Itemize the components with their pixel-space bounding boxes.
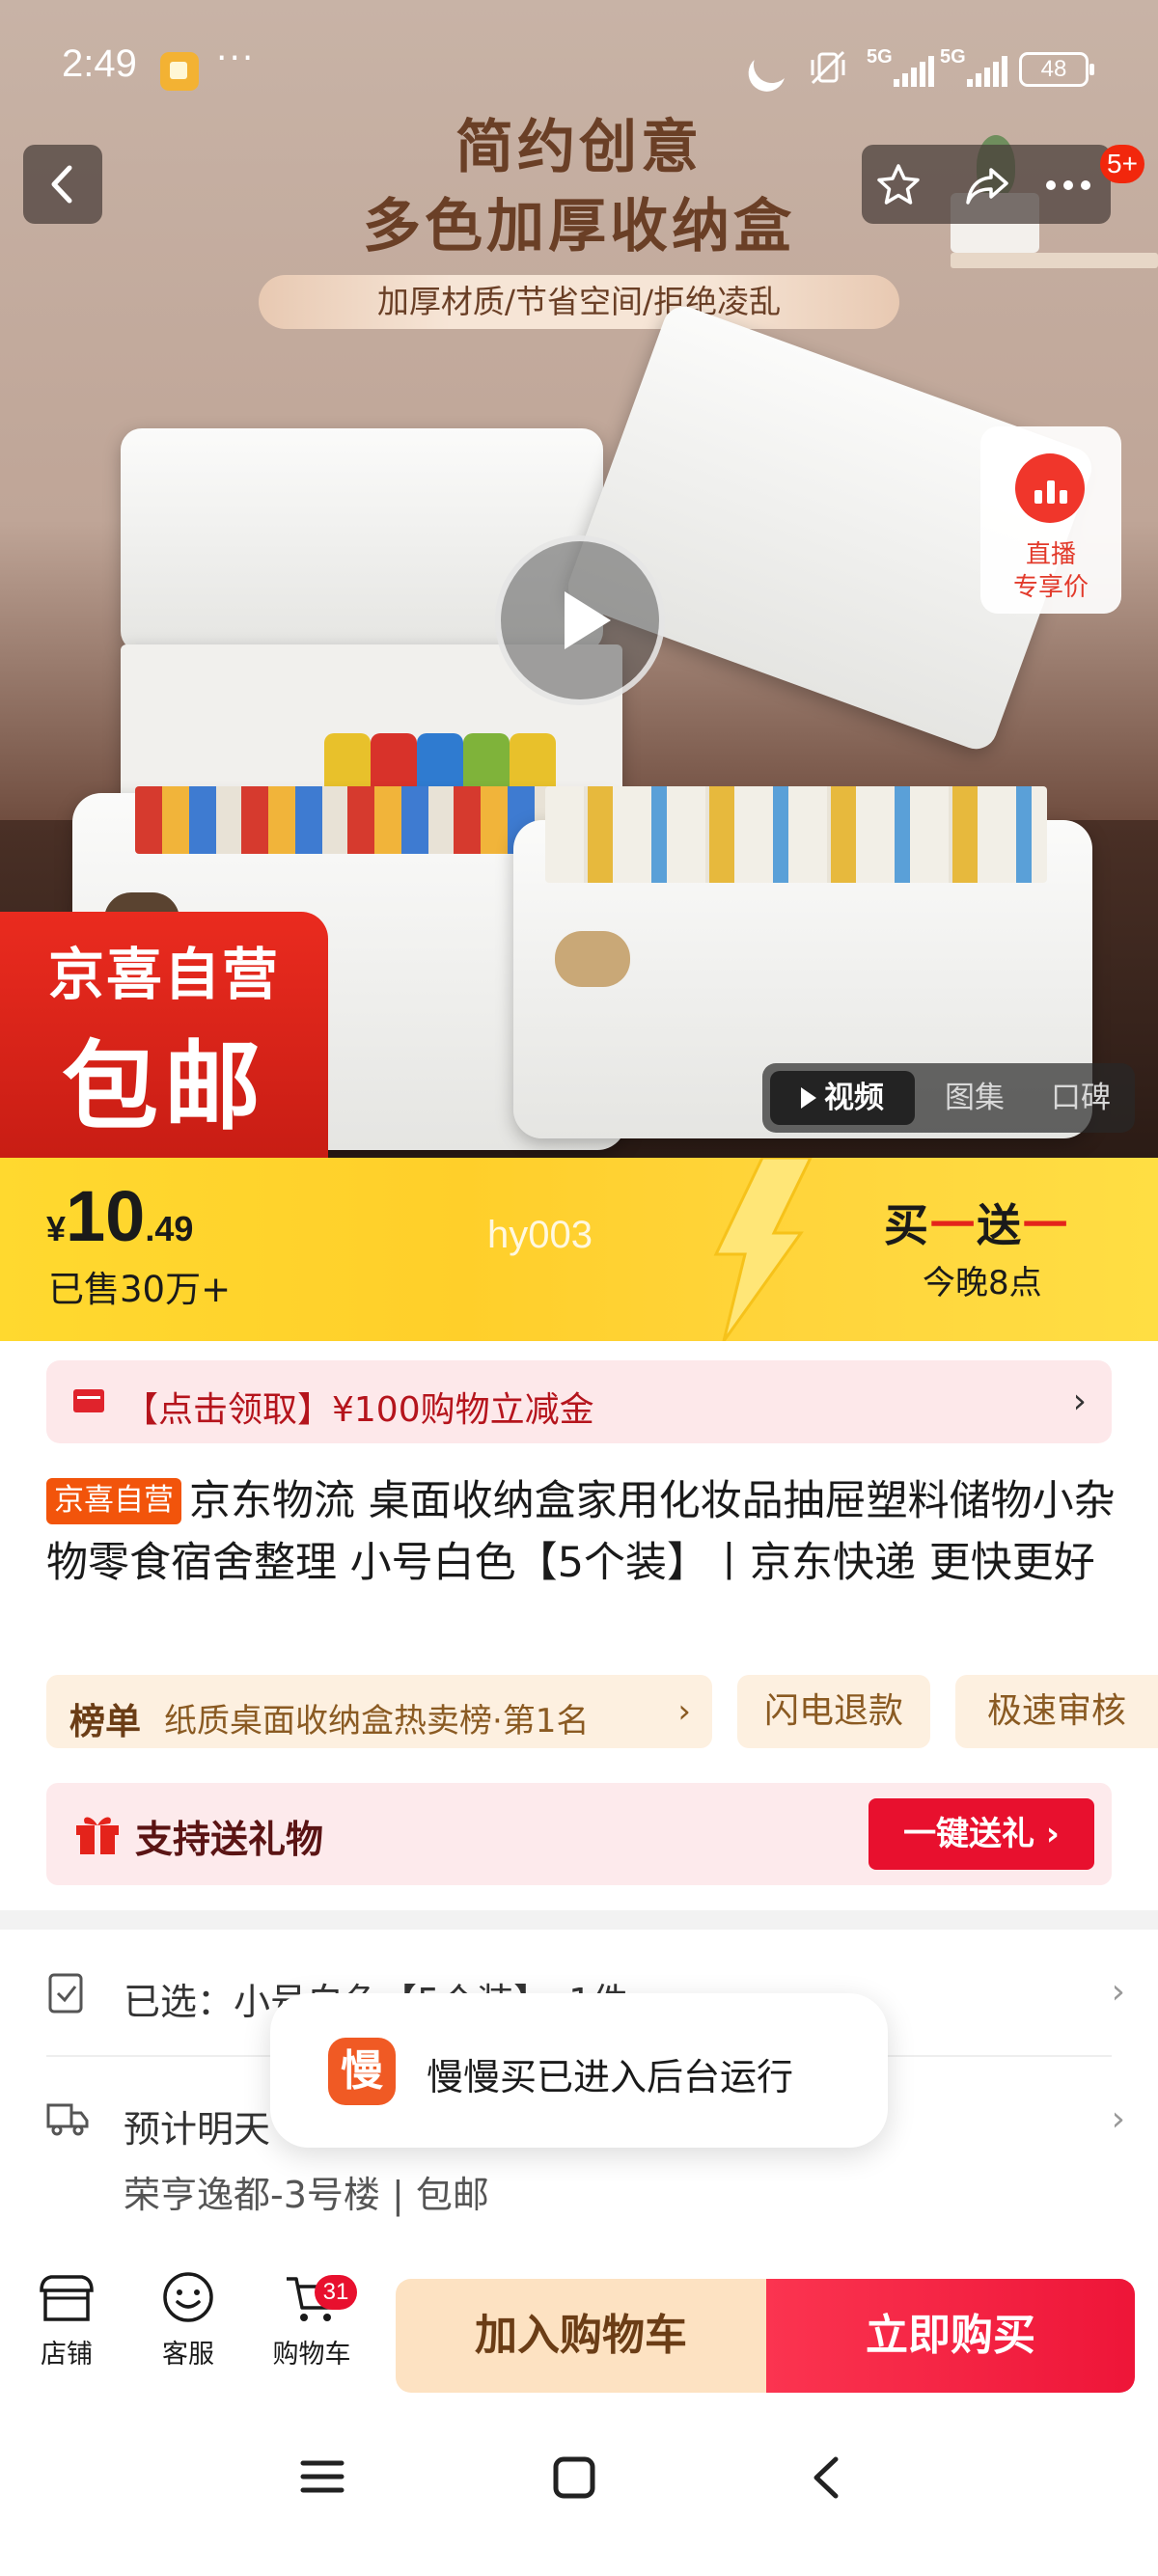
promo-buy-one-get-one: 买一送一	[884, 1191, 1069, 1254]
store-icon	[40, 2275, 94, 2321]
price-currency: ¥	[46, 1209, 67, 1248]
gift-icon	[76, 1817, 119, 1854]
store-button[interactable]: 店铺	[14, 2271, 120, 2370]
back-icon	[51, 165, 72, 204]
ranking-value: 纸质桌面收纳盒热卖榜·第1名	[164, 1702, 590, 1740]
coupon-banner[interactable]: 【点击领取】¥100购物立减金 ›	[46, 1360, 1112, 1443]
live-price-card[interactable]: 直播 专享价	[980, 426, 1121, 614]
chevron-right-icon: ›	[1111, 2099, 1125, 2139]
vibrate-off-icon	[811, 50, 845, 85]
media-tabs: 视频 图集 口碑	[762, 1063, 1135, 1133]
promo-dash: 一	[1023, 1199, 1069, 1251]
ranking-key: 榜单	[69, 1701, 141, 1742]
tab-video-label: 视频	[824, 1081, 884, 1115]
message-count-badge: 5+	[1100, 145, 1144, 183]
status-time: 2:49	[62, 42, 137, 85]
tab-gallery[interactable]: 图集	[926, 1063, 1023, 1133]
back-nav-icon[interactable]	[809, 2455, 843, 2500]
promo-time: 今晚8点	[923, 1264, 1042, 1302]
manmanbuy-app-icon: 慢	[328, 2038, 396, 2105]
chat-smile-icon	[163, 2272, 213, 2322]
price-integer: 10	[66, 1176, 146, 1256]
product-title-text: 京东物流 桌面收纳盒家用化妆品抽屉塑料储物小杂物零食宿舍整理 小号白色【5个装】…	[46, 1477, 1116, 1587]
star-icon[interactable]	[875, 162, 922, 208]
back-button[interactable]	[23, 145, 102, 224]
do-not-disturb-icon	[747, 40, 797, 90]
background-running-toast: 慢 慢慢买已进入后台运行	[270, 1993, 888, 2148]
hero-subtitle: 加厚材质/节省空间/拒绝凌乱	[259, 275, 899, 329]
card-icon	[73, 1389, 104, 1412]
box-contents	[545, 786, 1047, 883]
badge-free-shipping-text: 包邮	[62, 1030, 266, 1143]
live-label: 直播	[1025, 540, 1076, 569]
buy-now-button[interactable]: 立即购买	[766, 2279, 1135, 2393]
badge-self-operated-text: 京喜自营	[47, 942, 280, 1007]
play-icon	[565, 591, 611, 649]
cart-count-badge: 31	[315, 2275, 357, 2310]
signal-sim2-icon: 5G	[940, 46, 1011, 89]
service-label: 客服	[162, 2340, 214, 2370]
box-handle	[555, 931, 630, 987]
status-bar: 2:49 ··· 5G 5G 48	[0, 0, 1158, 140]
live-price-label: 专享价	[1012, 573, 1089, 602]
tab-video[interactable]: 视频	[770, 1071, 915, 1125]
store-label: 店铺	[41, 2340, 93, 2370]
send-gift-button[interactable]: 一键送礼 ›	[868, 1798, 1094, 1870]
ranking-pill[interactable]: 榜单 纸质桌面收纳盒热卖榜·第1名 ›	[46, 1675, 712, 1748]
delivery-estimate: 预计明天	[124, 2108, 271, 2151]
battery-icon: 48	[1019, 52, 1094, 87]
chevron-right-icon: ›	[677, 1692, 691, 1731]
sold-count: 已售30万+	[48, 1269, 232, 1310]
bottom-action-bar: 店铺 客服 购物车 31 加入购物车 立即购买	[0, 2248, 1158, 2398]
spec-icon	[48, 1973, 83, 2014]
chevron-right-icon: ›	[1111, 1972, 1125, 2012]
promo-buy: 买	[884, 1199, 930, 1251]
toast-message: 慢慢买已进入后台运行	[427, 2056, 794, 2098]
network-type-1: 5G	[867, 46, 893, 68]
promo-dash: 一	[930, 1199, 977, 1251]
notification-app-icon	[160, 52, 199, 91]
play-small-icon	[801, 1087, 816, 1109]
price: ¥10.49	[46, 1175, 193, 1257]
truck-icon	[46, 2103, 89, 2136]
lightning-icon	[713, 1158, 813, 1341]
delivery-address: 荣亨逸都-3号楼 | 包邮	[124, 2174, 489, 2216]
add-to-cart-button[interactable]: 加入购物车	[396, 2279, 766, 2393]
gift-row: 支持送礼物 一键送礼 ›	[46, 1783, 1112, 1885]
live-icon	[1015, 453, 1085, 523]
network-type-2: 5G	[940, 46, 966, 68]
promo-get: 送	[977, 1199, 1023, 1251]
self-operated-tag: 京喜自营	[46, 1478, 181, 1524]
cart-label: 购物车	[272, 2340, 351, 2370]
price-decimal: .49	[145, 1209, 194, 1248]
top-actions	[862, 145, 1111, 224]
service-fast-review[interactable]: 极速审核	[955, 1675, 1158, 1748]
app-root: 简约创意 多色加厚收纳盒 加厚材质/节省空间/拒绝凌乱 直播 专享价 京喜自营 …	[0, 0, 1158, 2576]
home-icon[interactable]	[552, 2455, 596, 2500]
gift-text: 支持送礼物	[135, 1819, 324, 1862]
self-operated-badge: 京喜自营 包邮	[0, 912, 328, 1158]
product-title: 京喜自营 京东物流 桌面收纳盒家用化妆品抽屉塑料储物小杂物零食宿舍整理 小号白色【…	[46, 1470, 1117, 1594]
product-info-card: 【点击领取】¥100购物立减金 › 京喜自营 京东物流 桌面收纳盒家用化妆品抽屉塑…	[0, 1341, 1158, 1910]
more-icon[interactable]	[1041, 162, 1095, 208]
coupon-text: 【点击领取】¥100购物立减金	[124, 1390, 594, 1430]
signal-sim1-icon: 5G	[867, 46, 938, 89]
service-fast-refund[interactable]: 闪电退款	[737, 1675, 930, 1748]
system-navigation-bar	[0, 2398, 1158, 2576]
tab-reviews[interactable]: 口碑	[1033, 1063, 1129, 1133]
price-banner: ¥10.49 已售30万+ hy003 买一送一 今晚8点	[0, 1158, 1158, 1341]
share-icon[interactable]	[964, 162, 1010, 208]
watermark-text: hy003	[487, 1214, 593, 1256]
video-play-button[interactable]	[495, 535, 665, 705]
box-contents	[135, 786, 579, 854]
status-more-icon: ···	[216, 39, 256, 78]
customer-service-button[interactable]: 客服	[135, 2271, 241, 2370]
menu-icon[interactable]	[299, 2455, 345, 2498]
send-gift-label: 一键送礼	[903, 1815, 1035, 1853]
chevron-right-icon: ›	[1072, 1382, 1087, 1421]
